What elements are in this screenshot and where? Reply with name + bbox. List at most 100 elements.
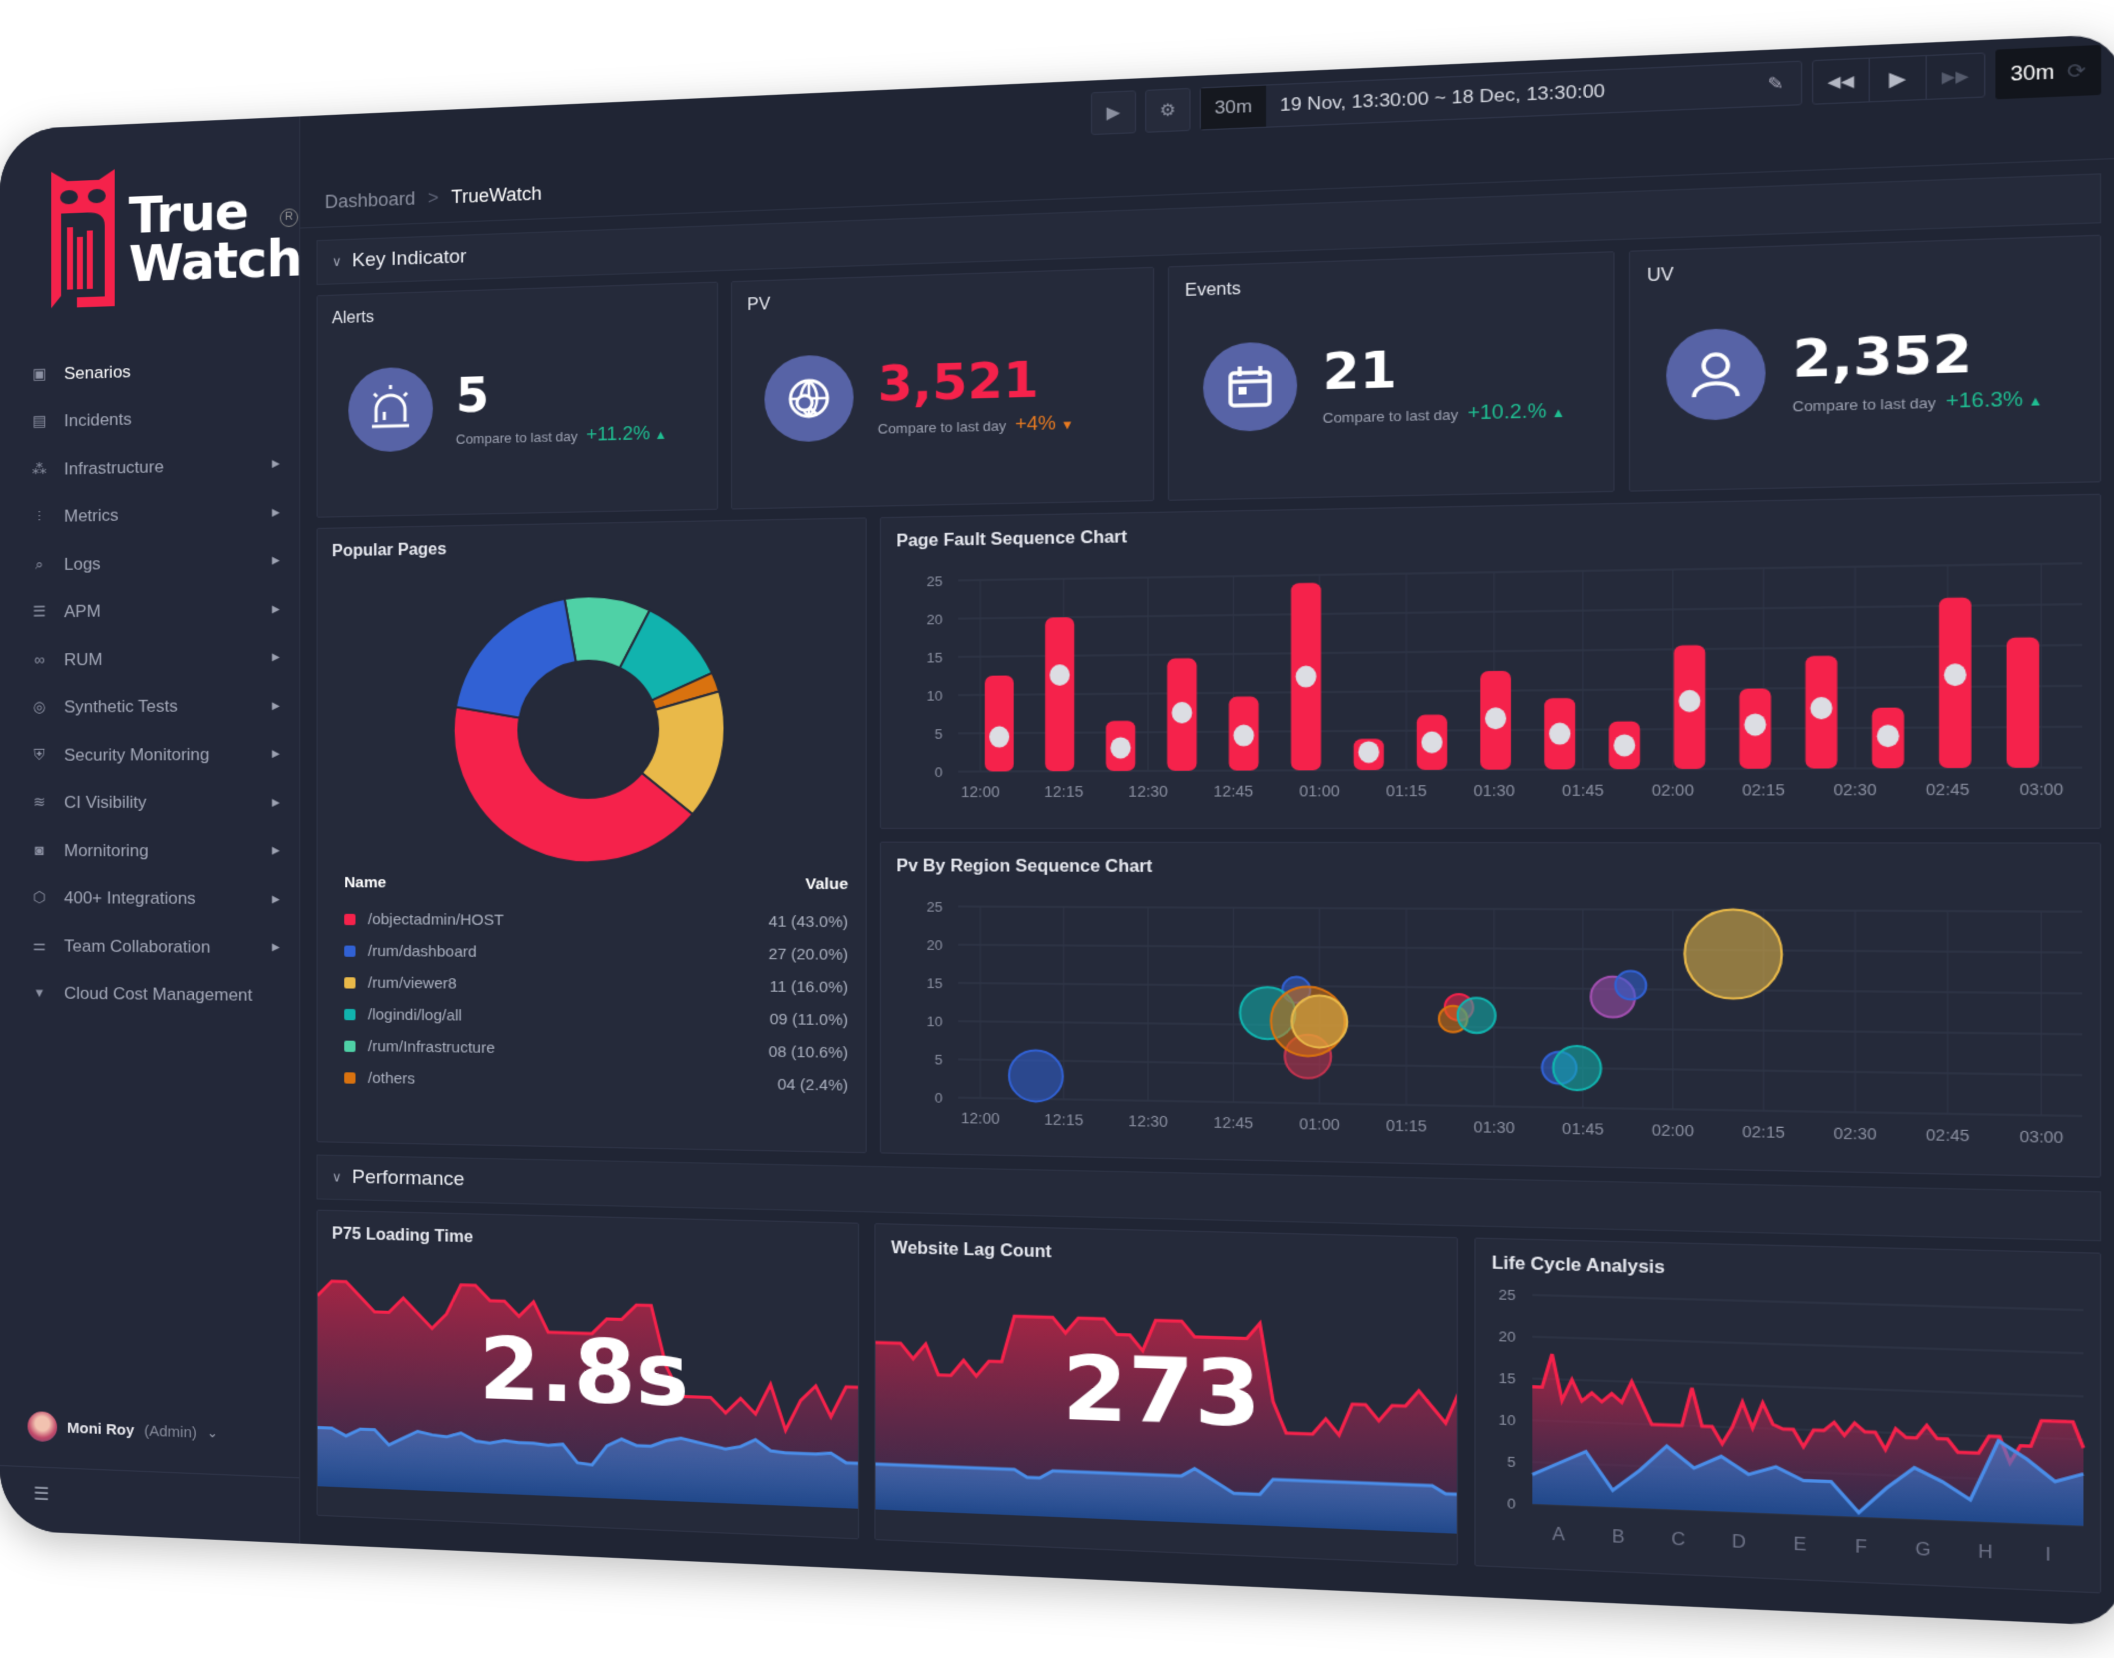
- stat-value: 3,521: [877, 350, 1039, 413]
- legend-value: 08 (10.6%): [768, 1043, 849, 1063]
- sidebar-item-400-integrations[interactable]: ⬡ 400+ Integrations ▶: [30, 875, 280, 924]
- y-tick-label: 10: [1498, 1411, 1515, 1428]
- pin-icon[interactable]: ✎: [1750, 72, 1801, 96]
- gridline: [958, 686, 2082, 695]
- pv-region-bubble-chart: 0 5 10 15 20 25 12:00 12:15 12:30 12:45 01:00 01:15…: [927, 899, 2100, 1146]
- bar-marker: [1049, 664, 1070, 686]
- stat-compare: Compare to last day +10.2.% ▲: [1323, 399, 1566, 428]
- y-tick-label: 25: [927, 573, 943, 589]
- sidebar-divider: [0, 1465, 300, 1479]
- rewind-icon[interactable]: ◀◀: [1813, 58, 1870, 104]
- ci-icon: ≋: [33, 794, 46, 812]
- arrow-up-icon: ▲: [1551, 404, 1566, 421]
- x-tick-label: 12:30: [1128, 783, 1168, 800]
- refresh-interval[interactable]: 30m ⟳: [1995, 44, 2102, 100]
- chevron-right-icon: ▶: [272, 603, 280, 616]
- legend-swatch: [344, 977, 356, 989]
- legend-item: /rum/dashboard 27 (20.0%): [344, 935, 848, 971]
- gridline: [958, 1098, 2082, 1116]
- time-range-picker[interactable]: 30m 19 Nov, 13:30:00 ~ 18 Dec, 13:30:00 …: [1199, 60, 1803, 131]
- x-tick-label: 01:15: [1386, 782, 1427, 800]
- stat-text: 5 Compare to last day +11.2% ▲: [456, 361, 667, 448]
- card-title: UV: [1646, 265, 1674, 286]
- sidebar-item-senarios[interactable]: ▣ Senarios: [30, 343, 280, 398]
- x-tick-label: 02:00: [1652, 781, 1695, 799]
- x-tick-label: 12:45: [1213, 1114, 1253, 1132]
- bar-marker: [1876, 724, 1900, 748]
- sidebar-item-metrics[interactable]: ⫶ Metrics ▶: [30, 488, 280, 541]
- y-tick-label: 0: [935, 764, 943, 780]
- x-tick-label: 12:15: [1044, 1111, 1084, 1129]
- legend-value: 04 (2.4%): [777, 1075, 849, 1095]
- collapse-sidebar-icon[interactable]: ☰: [33, 1483, 49, 1505]
- bubble: [1458, 998, 1496, 1033]
- sidebar-item-label: Mornitoring: [64, 840, 149, 861]
- x-tick-label: 02:15: [1742, 1123, 1785, 1142]
- bar-marker: [1549, 722, 1571, 745]
- legend-value: 09 (11.0%): [769, 1010, 849, 1030]
- sidebar-item-label: Infrastructure: [64, 456, 164, 479]
- sidebar-item-label: CI Visibility: [64, 792, 147, 813]
- x-tick-label: E: [1793, 1535, 1806, 1555]
- chevron-right-icon: ▶: [272, 893, 280, 906]
- panel-title: Pv By Region Sequence Chart: [896, 857, 1153, 877]
- change-value: +4%: [1015, 411, 1057, 435]
- user-menu[interactable]: Moni Roy (Admin) ⌄: [27, 1411, 218, 1449]
- integrations-icon: ⬡: [32, 889, 46, 907]
- play-screen-icon[interactable]: ▶: [1090, 90, 1136, 136]
- stat-value: 21: [1322, 339, 1397, 401]
- compare-label: Compare to last day: [1322, 405, 1459, 426]
- legend-name: /rum/Infrastructure: [367, 1037, 495, 1058]
- sidebar-item-cloud-cost-management[interactable]: ▾ Cloud Cost Management: [30, 970, 280, 1021]
- gear-icon[interactable]: ⚙: [1145, 87, 1191, 133]
- stat-body: 5 Compare to last day +11.2% ▲: [348, 360, 667, 453]
- sidebar-item-infrastructure[interactable]: ⁂ Infrastructure ▶: [30, 440, 280, 494]
- chevron-down-icon: ∨: [331, 253, 342, 270]
- gridline: [958, 983, 2082, 993]
- fast-forward-icon[interactable]: ▶▶: [1927, 54, 1984, 99]
- sidebar-item-label: RUM: [64, 649, 103, 670]
- refresh-interval-value: 30m: [2010, 60, 2055, 85]
- chevron-right-icon: ▶: [272, 652, 280, 664]
- playback-controls: ◀◀ ▶ ▶▶: [1811, 52, 1986, 105]
- sidebar-item-incidents[interactable]: ▤ Incidents: [30, 392, 280, 447]
- legend-swatch: [344, 1040, 356, 1052]
- refresh-icon[interactable]: ⟳: [2067, 59, 2086, 84]
- calendar-icon: [1203, 341, 1298, 433]
- sidebar-item-apm[interactable]: ☰ APM ▶: [30, 585, 280, 636]
- x-tick-label: 02:30: [1834, 781, 1877, 799]
- legend-name: /logindi/log/all: [367, 1006, 462, 1025]
- sidebar-item-logs[interactable]: ⌕ Logs ▶: [30, 537, 280, 589]
- sliders-icon: ⚌: [32, 936, 46, 955]
- lag-value: 273: [1062, 1335, 1262, 1448]
- legend-name-wrap: /rum/dashboard: [344, 942, 477, 961]
- y-tick-label: 25: [927, 899, 943, 915]
- chevron-right-icon: ▶: [272, 942, 280, 954]
- bar-marker: [1358, 741, 1380, 764]
- legend-header-name: Name: [344, 873, 387, 892]
- truewatch-logo[interactable]: True Watch R: [47, 157, 301, 318]
- bar-marker: [1943, 663, 1967, 687]
- sidebar-item-team-collaboration[interactable]: ⚌ Team Collaboration ▶: [30, 922, 280, 972]
- x-tick-label: 02:00: [1652, 1121, 1695, 1140]
- x-tick-label: 01:00: [1299, 782, 1340, 800]
- logs-icon: ⌕: [35, 555, 44, 574]
- stat-value: 5: [455, 366, 490, 423]
- breadcrumb-dashboard[interactable]: Dashboard: [325, 188, 416, 213]
- bar-marker: [1233, 724, 1255, 747]
- change-value: +10.2.%: [1467, 399, 1547, 424]
- sidebar-item-synthetic-tests[interactable]: ◎ Synthetic Tests ▶: [30, 682, 280, 732]
- arrow-down-icon: ▼: [1060, 416, 1074, 432]
- donut-slice: [456, 599, 576, 719]
- quick-range[interactable]: 30m: [1200, 85, 1267, 130]
- sidebar-nav: ▣ Senarios ▤ Incidents ⁂ Infrastructure ▶ ⫶ Metr…: [30, 343, 280, 1020]
- sidebar-item-mornitoring[interactable]: ◙ Mornitoring ▶: [30, 827, 280, 875]
- x-tick-label: 02:15: [1742, 781, 1785, 799]
- sidebar-item-security-monitoring[interactable]: ⛨ Security Monitoring ▶: [30, 730, 280, 779]
- sidebar-item-ci-visibility[interactable]: ≋ CI Visibility ▶: [30, 779, 280, 827]
- play-icon[interactable]: ▶: [1869, 56, 1927, 102]
- card-title: Alerts: [331, 308, 374, 328]
- sidebar: True Watch R ▣ Senarios ▤ Incidents ⁂ Infrastr…: [0, 116, 301, 1544]
- legend-name: /objectadmin/HOST: [367, 910, 504, 930]
- sidebar-item-rum[interactable]: ∞ RUM ▶: [30, 634, 280, 685]
